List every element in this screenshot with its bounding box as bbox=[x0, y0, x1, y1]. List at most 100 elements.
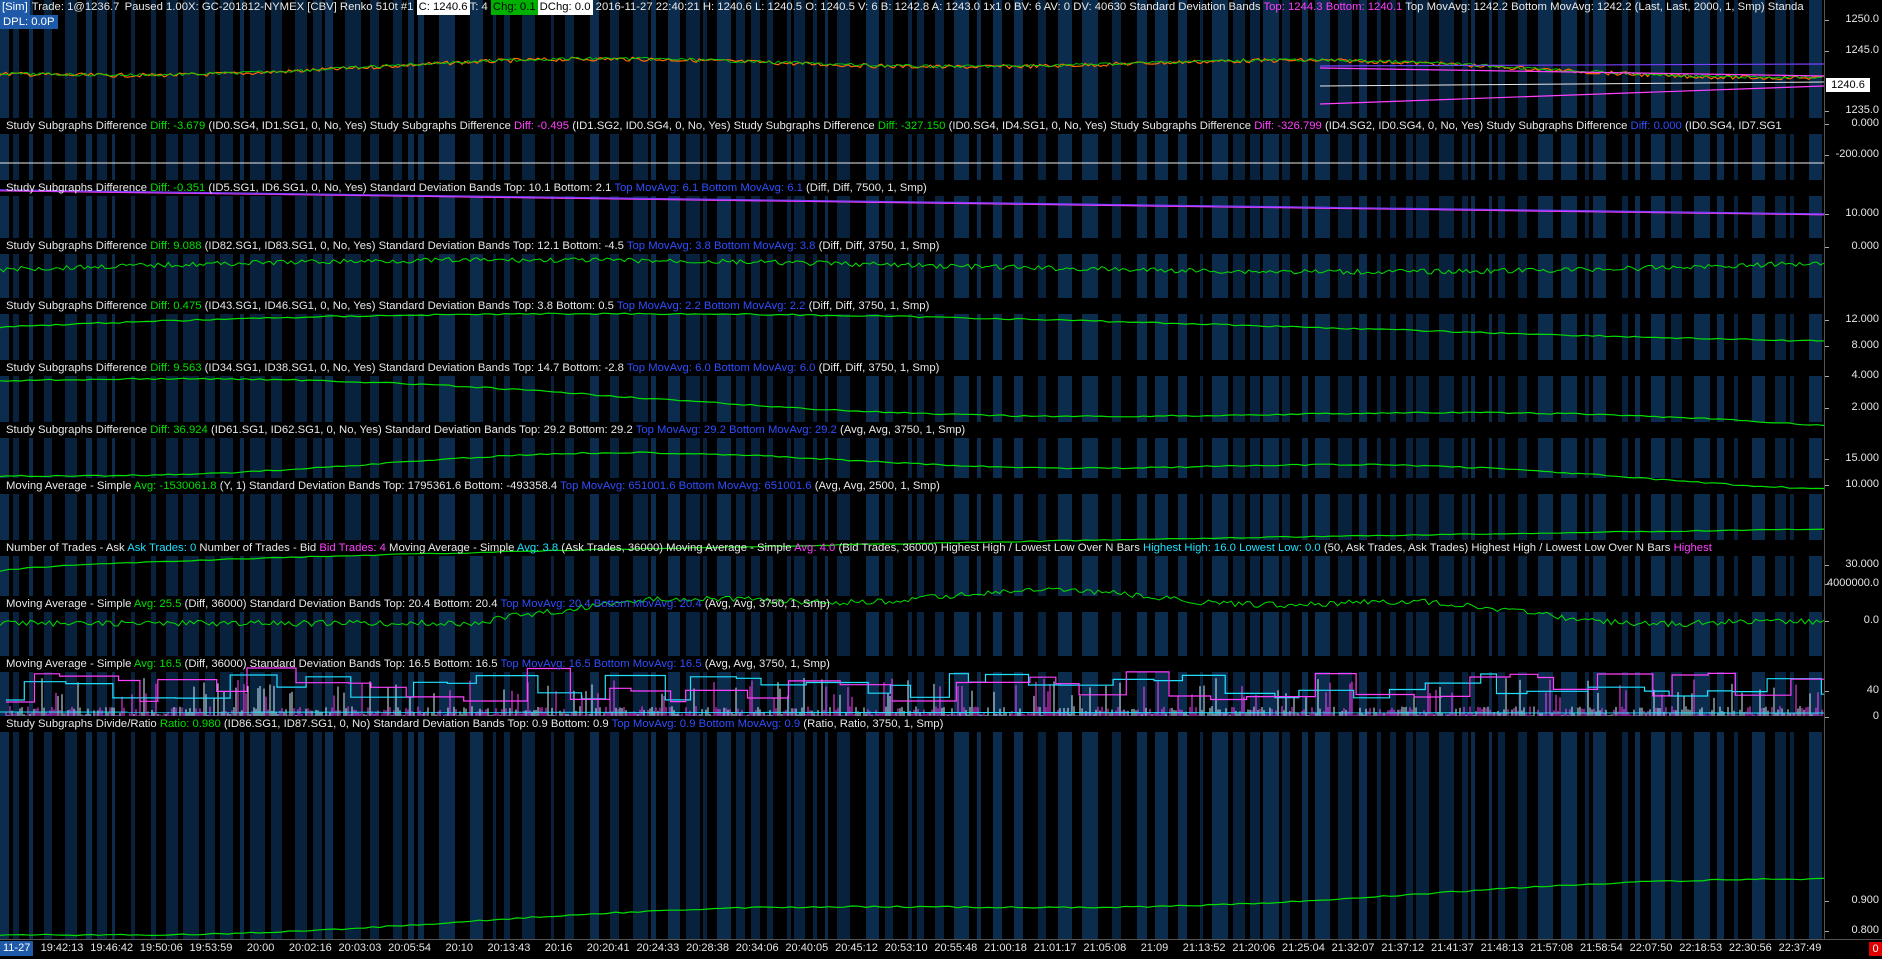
pane-title-segment: Diff: -327.150 bbox=[877, 120, 946, 132]
time-axis-label: 20:24:33 bbox=[636, 942, 680, 954]
pane-title-2[interactable]: Study Subgraphs Difference Diff: -0.351 … bbox=[6, 181, 927, 195]
pane-title-5[interactable]: Study Subgraphs Difference Diff: 9.563 (… bbox=[6, 361, 939, 375]
pane-title-segment: Study Subgraphs Difference bbox=[6, 182, 151, 194]
header-info: 2016-11-27 22:40:21 H: 1240.6 L: 1240.5 … bbox=[595, 1, 1261, 13]
pane-title-segment: (ID43.SG1, ID46.SG1, 0, No, Yes) Standar… bbox=[201, 300, 617, 312]
pane-title-segment: Moving Average - Simple bbox=[6, 658, 134, 670]
pane-title-segment: (Avg, Avg, 3750, 1, Smp) bbox=[836, 424, 966, 436]
pane-title-segment: Top MovAvg: 20.4 Bottom MovAvg: 20.4 bbox=[500, 598, 702, 610]
pane-title-segment: (Diff, Diff, 3750, 1, Smp) bbox=[815, 240, 940, 252]
band-top-line bbox=[1319, 63, 1824, 67]
pane-title-segment: Top MovAvg: 6.0 Bottom MovAvg: 6.0 bbox=[626, 362, 816, 374]
price-scale-tick bbox=[1825, 485, 1829, 487]
pane-title-segment: (Diff, Diff, 3750, 1, Smp) bbox=[805, 300, 930, 312]
dchg-badge: DChg: 0.0 bbox=[537, 0, 593, 15]
pane-title-segment: (ID4.SG2, ID0.SG4, 0, No, Yes) Study Sub… bbox=[1321, 120, 1631, 132]
sim-badge[interactable]: [Sim] bbox=[0, 0, 30, 15]
pane-title-6[interactable]: Study Subgraphs Difference Diff: 36.924 … bbox=[6, 423, 965, 437]
price-scale-tick bbox=[1825, 155, 1829, 157]
pane-title-7[interactable]: Moving Average - Simple Avg: -1530061.8 … bbox=[6, 479, 940, 493]
corner-badge[interactable]: 0 bbox=[1869, 942, 1882, 956]
band-top-magenta bbox=[1319, 67, 1824, 77]
price-scale-label: -200.000 bbox=[1835, 148, 1879, 161]
pane-title-segment: Diff: 9.563 bbox=[150, 362, 202, 374]
date-badge: 11-27 bbox=[0, 941, 34, 956]
pane-title-10[interactable]: Moving Average - Simple Avg: 16.5 (Diff,… bbox=[6, 657, 830, 671]
pane-title-4[interactable]: Study Subgraphs Difference Diff: 0.475 (… bbox=[6, 299, 929, 313]
time-axis-label: 20:45:12 bbox=[835, 942, 878, 954]
time-axis-label: 20:20:41 bbox=[586, 942, 630, 954]
time-axis-label: 21:01:17 bbox=[1033, 942, 1077, 954]
pane-title-segment: Highest High: 16.0 Lowest Low: 0.0 bbox=[1142, 542, 1321, 554]
pane-title-segment: (Avg, Avg, 2500, 1, Smp) bbox=[811, 480, 940, 492]
price-scale-label: 0.000 bbox=[1851, 117, 1879, 130]
pane-title-segment: (ID86.SG1, ID87.SG1, 0, No) Standard Dev… bbox=[220, 718, 612, 730]
time-axis-label: 19:46:42 bbox=[90, 942, 134, 954]
pane-title-8[interactable]: Number of Trades - Ask Ask Trades: 0 Num… bbox=[6, 541, 1712, 555]
pane-title-segment: Number of Trades - Bid bbox=[196, 542, 320, 554]
time-axis-label: 20:05:54 bbox=[388, 942, 432, 954]
pane-title-segment: Top MovAvg: 0.9 Bottom MovAvg: 0.9 bbox=[611, 718, 801, 730]
pane-title-segment: Study Subgraphs Difference bbox=[6, 240, 151, 252]
price-scale[interactable]: 1250.0 1245.0 1235.0 0.000 -200.000 10.000 0.0… bbox=[1824, 0, 1882, 939]
pane-title-segment: (Avg, Avg, 3750, 1, Smp) bbox=[701, 658, 830, 670]
pane-title-segment: Diff: 9.088 bbox=[150, 240, 202, 252]
time-axis[interactable]: 19:42:13 19:46:42 19:50:06 19:53:59 20:00 20:… bbox=[0, 939, 1882, 959]
dpl-badge: DPL: 0.0P bbox=[0, 15, 58, 29]
pane-title-9[interactable]: Moving Average - Simple Avg: 25.5 (Diff,… bbox=[6, 597, 830, 611]
pane-title-11[interactable]: Study Subgraphs Divide/Ratio Ratio: 0.98… bbox=[6, 717, 943, 731]
price-scale-tick bbox=[1825, 20, 1829, 22]
header-top: Top: 1244.3 bbox=[1263, 1, 1323, 13]
chart-window: Study Subgraphs Difference Diff: -3.679 … bbox=[0, 0, 1882, 959]
time-axis-label: 21:32:07 bbox=[1331, 942, 1375, 954]
pane-title-segment: Top MovAvg: 6.1 Bottom MovAvg: 6.1 bbox=[614, 182, 803, 194]
price-scale-label: 12.000 bbox=[1845, 312, 1879, 325]
pane-title-segment: (ID1.SG2, ID0.SG4, 0, No, Yes) Study Sub… bbox=[569, 120, 878, 132]
pane-title-segment: Top MovAvg: 2.2 Bottom MovAvg: 2.2 bbox=[616, 300, 806, 312]
pane-title-segment: Top MovAvg: 16.5 Bottom MovAvg: 16.5 bbox=[500, 658, 702, 670]
time-axis-label: 20:02:16 bbox=[288, 942, 332, 954]
price-series-red bbox=[0, 56, 1824, 81]
pane2-series bbox=[0, 257, 1824, 275]
price-scale-label: 15.000 bbox=[1845, 451, 1879, 464]
price-scale-tick bbox=[1825, 458, 1829, 460]
pane-title-segment: Top MovAvg: 3.8 Bottom MovAvg: 3.8 bbox=[626, 240, 816, 252]
price-scale-label: 1245.0 bbox=[1845, 43, 1879, 56]
time-axis-label: 21:25:04 bbox=[1282, 942, 1325, 954]
price-scale-label: 4.000 bbox=[1851, 369, 1879, 382]
pane-title-segment: (Avg, Avg, 3750, 1, Smp) bbox=[701, 598, 830, 610]
price-scale-label: 1250.0 bbox=[1845, 13, 1879, 26]
time-axis-label: 22:07:50 bbox=[1629, 942, 1673, 954]
price-scale-label: 0 bbox=[1872, 710, 1879, 723]
price-scale-label: 0.900 bbox=[1851, 894, 1879, 907]
pane-title-3[interactable]: Study Subgraphs Difference Diff: 9.088 (… bbox=[6, 239, 939, 253]
price-scale-label: 1235.0 bbox=[1845, 103, 1879, 116]
time-axis-label: 21:58:54 bbox=[1579, 942, 1623, 954]
pane3-series bbox=[0, 312, 1824, 342]
pane-title-segment: Study Subgraphs Difference bbox=[6, 424, 151, 436]
price-scale-label: 0.800 bbox=[1851, 924, 1879, 937]
time-axis-label: 20:28:38 bbox=[686, 942, 729, 954]
pane-title-segment: (ID0.SG4, ID1.SG1, 0, No, Yes) Study Sub… bbox=[205, 120, 515, 132]
pane-title-segment: Study Subgraphs Difference bbox=[6, 300, 151, 312]
pane-title-segment: (ID5.SG1, ID6.SG1, 0, No, Yes) Standard … bbox=[205, 182, 615, 194]
price-scale-tick bbox=[1825, 376, 1829, 378]
time-axis-label: 19:53:59 bbox=[189, 942, 233, 954]
pane-title-segment: (Bid Trades, 36000) Highest High / Lowes… bbox=[835, 542, 1143, 554]
pane-title-segment: (ID61.SG1, ID62.SG1, 0, No, Yes) Standar… bbox=[207, 424, 636, 436]
price-scale-label: 0.0 bbox=[1863, 613, 1879, 626]
pane-title-segment: Moving Average - Simple bbox=[6, 480, 134, 492]
pane-title-segment: Avg: -1530061.8 bbox=[133, 480, 217, 492]
band-bottom-line bbox=[1319, 85, 1824, 105]
pane-title-segment: (ID34.SG1, ID38.SG1, 0, No, Yes) Standar… bbox=[201, 362, 627, 374]
time-axis-label: 20:34:06 bbox=[735, 942, 779, 954]
chg-badge: Chg: 0.1 bbox=[490, 0, 538, 15]
pane-title-segment: (Ratio, Ratio, 3750, 1, Smp) bbox=[800, 718, 944, 730]
pane-title-segment: (Diff, Diff, 3750, 1, Smp) bbox=[815, 362, 940, 374]
pane-title-segment: Avg: 25.5 bbox=[133, 598, 182, 610]
header-bottom: Bottom: 1240.1 bbox=[1325, 1, 1403, 13]
pane-title-segment: (Ask Trades, 36000) Moving Average - Sim… bbox=[558, 542, 795, 554]
time-axis-label: 20:10 bbox=[445, 942, 474, 954]
pane-title-1[interactable]: Study Subgraphs Difference Diff: -3.679 … bbox=[6, 119, 1782, 133]
price-scale-tick bbox=[1825, 691, 1829, 693]
